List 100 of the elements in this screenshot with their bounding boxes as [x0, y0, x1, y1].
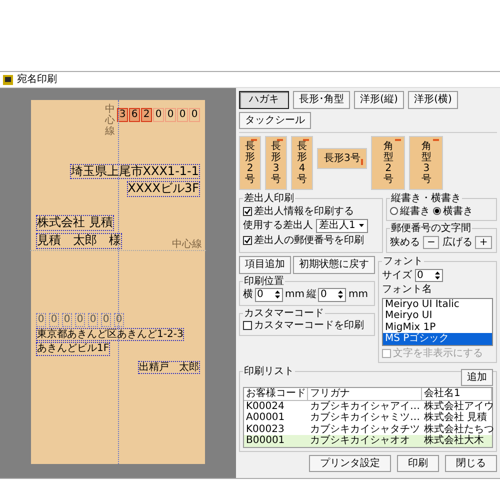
radio-label: 縦書き — [400, 206, 430, 217]
spinner-icon — [337, 289, 344, 300]
postal-code-box: 0 — [153, 108, 164, 122]
postal-code-box: 6 — [129, 108, 140, 122]
group-title: 印刷位置 — [243, 276, 285, 287]
recipient-address[interactable]: XXXXビル3F — [126, 181, 200, 198]
envelope-button[interactable]: 角型3号 — [409, 136, 444, 190]
footer-button[interactable]: 閉じる — [445, 454, 497, 472]
postal-code-box: 0 — [75, 313, 85, 327]
postal-code-box: 0 — [189, 108, 200, 122]
stamp-mark — [277, 139, 283, 141]
postal-code-box: 3 — [117, 108, 128, 122]
table-cell-text: カブシキカイシャアイ… — [309, 400, 421, 412]
radio-label: 横書き — [443, 206, 473, 217]
field-label: 広げる — [442, 236, 472, 248]
font-list-item[interactable]: MigMix 1P — [383, 322, 492, 333]
spinner-icon — [434, 270, 441, 281]
unit-label: mm — [348, 289, 368, 300]
group-title: 印刷リスト — [243, 366, 295, 378]
table-cell-text: 株式会社たちつ — [423, 424, 495, 434]
table-row[interactable]: K00023 カブシキカイシャタチツ 株式会社たちつ — [244, 424, 492, 435]
font-list-item[interactable]: MS Pゴシック — [383, 333, 492, 344]
tab[interactable]: 長形･角型 — [293, 91, 350, 108]
table-cell-text: カブシキカイシャオオ — [309, 435, 411, 446]
radio-button[interactable] — [433, 207, 441, 216]
postal-code-box: 0 — [88, 313, 98, 327]
envelope-button[interactable]: 角型2号 — [371, 136, 406, 190]
font-list-item[interactable]: Meiryo UI Italic — [383, 298, 492, 310]
radio-button[interactable] — [390, 207, 398, 216]
postal-code-box: 0 — [177, 108, 188, 122]
table-cell-text: A00001 — [245, 412, 286, 424]
recipient-name[interactable]: 見積 太郎 様 — [36, 232, 122, 249]
column-header[interactable]: 会社名1 — [422, 388, 492, 400]
footer-button[interactable]: 印刷 — [397, 454, 439, 472]
stamp-mark — [303, 139, 309, 141]
sender-name[interactable]: 出精戸 太郎 — [138, 360, 200, 374]
table-cell-text: カブシキカイシャミツ… — [309, 412, 421, 424]
table-cell-text: K00024 — [245, 400, 286, 412]
field-label: 狭める — [390, 236, 420, 248]
postal-code-box: 0 — [165, 108, 176, 122]
group-title: フォント — [382, 256, 424, 268]
checkbox-label: 文字を非表示にする — [393, 348, 483, 359]
postal-code-box: 0 — [36, 313, 46, 327]
tab[interactable]: ハガキ — [239, 91, 289, 108]
envelope-button[interactable]: 長形2号 — [239, 136, 261, 190]
action-button[interactable]: 初期状態に戻す — [293, 256, 375, 274]
tab[interactable]: 洋形(横) — [408, 91, 458, 108]
field-label: 使用する差出人 — [243, 220, 313, 232]
field-label: 横 — [243, 289, 253, 300]
checkbox[interactable] — [243, 206, 252, 216]
sender-address[interactable]: 東京都あきんど区あきんど1-2-3 — [36, 328, 184, 342]
recipient-address[interactable]: 埼玉県上尾市XXX1-1-1 — [70, 164, 200, 180]
table-cell-text: K00023 — [245, 424, 286, 435]
center-line-label: 中心線 — [172, 238, 202, 250]
group-title: 差出人印刷 — [243, 193, 295, 204]
footer-button[interactable]: プリンタ設定 — [309, 454, 391, 472]
unit-label: mm — [285, 289, 304, 300]
table-row[interactable]: K00024 カブシキカイシャアイ… 株式会社アイウ — [244, 400, 492, 412]
sender-dropdown[interactable]: 差出人1 — [316, 219, 368, 232]
center-line-label: 中心線 — [105, 104, 115, 137]
column-header[interactable]: お客様コード — [244, 388, 308, 400]
envelope-button[interactable]: 長形4号 — [291, 136, 313, 190]
group-title: 縦書き・横書き — [390, 193, 462, 204]
field-label: サイズ — [382, 270, 412, 281]
tab[interactable]: 洋形(縦) — [354, 91, 404, 108]
number-field[interactable]: 0 — [255, 288, 283, 302]
checkbox[interactable] — [243, 321, 252, 330]
font-list-item[interactable]: Meiryo UI — [383, 310, 492, 322]
postal-code-box: 0 — [62, 313, 72, 327]
sender-address[interactable]: あきんどビル1F — [36, 342, 110, 356]
widen-button[interactable]: + — [475, 236, 492, 249]
narrow-button[interactable]: − — [423, 236, 440, 249]
group-title: 郵便番号の文字間 — [390, 223, 472, 234]
stamp-mark — [361, 159, 364, 165]
table-cell-text: B00001 — [245, 435, 286, 446]
table-row[interactable]: B00001 カブシキカイシャオオ 株式会社大木 — [244, 435, 492, 446]
envelope-button[interactable]: 長形3号 — [265, 136, 287, 190]
envelope-button[interactable]: 長形3号 — [317, 148, 368, 169]
recipient-company[interactable]: 株式会社 見積 — [36, 215, 114, 231]
column-header[interactable]: フリガナ — [308, 388, 422, 400]
checkbox-label: 差出人の郵便番号を印刷 — [254, 234, 364, 246]
spinner-icon — [274, 289, 281, 300]
stamp-mark — [251, 139, 257, 141]
postal-code-box: 0 — [101, 313, 111, 327]
field-label: 縦 — [306, 289, 316, 300]
tab[interactable]: タックシール — [239, 112, 311, 129]
stamp-mark — [433, 139, 440, 141]
add-button[interactable]: 追加 — [461, 368, 493, 386]
checkbox-label: 差出人情報を印刷する — [254, 206, 354, 217]
app-icon — [3, 74, 13, 84]
table-cell-text: カブシキカイシャタチツ — [309, 424, 421, 434]
field-label: フォント名 — [382, 284, 433, 296]
action-button[interactable]: 項目追加 — [239, 256, 291, 274]
table-cell-text: 株式会社 見積 — [423, 412, 488, 424]
checkbox-label: カスタマーコードを印刷 — [254, 320, 364, 332]
number-field[interactable]: 0 — [318, 288, 346, 302]
checkbox[interactable] — [243, 236, 252, 245]
table-cell-text: 株式会社大木 — [423, 435, 485, 446]
table-row[interactable]: A00001 カブシキカイシャミツ… 株式会社 見積 — [244, 412, 492, 424]
number-field[interactable]: 0 — [415, 268, 443, 282]
